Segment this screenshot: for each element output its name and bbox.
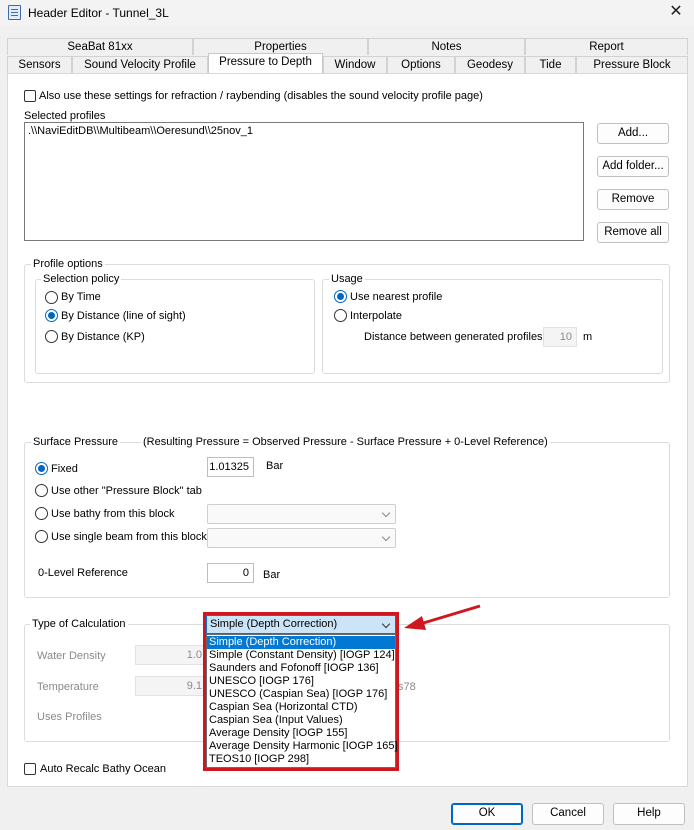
- zero-level-reference-label: 0-Level Reference: [38, 567, 128, 579]
- refraction-checkbox[interactable]: [24, 90, 36, 102]
- option-average-density[interactable]: Average Density [IOGP 155]: [207, 727, 395, 740]
- help-button[interactable]: Help: [613, 803, 685, 825]
- tab-options[interactable]: Options: [387, 56, 455, 73]
- refraction-checkbox-label: Also use these settings for refraction /…: [39, 90, 483, 102]
- option-average-density-harmonic[interactable]: Average Density Harmonic [IOGP 165]: [207, 740, 398, 753]
- temperature-input: 9.1: [135, 676, 207, 696]
- red-arrow-icon: [404, 604, 481, 630]
- surface-pressure-title: Surface Pressure: [31, 436, 120, 448]
- bathy-block-select[interactable]: [207, 504, 396, 524]
- option-teos10[interactable]: TEOS10 [IOGP 298]: [207, 753, 395, 766]
- calculation-title: Type of Calculation: [30, 618, 128, 630]
- add-folder-button[interactable]: Add folder...: [597, 156, 669, 177]
- remove-all-button[interactable]: Remove all: [597, 222, 669, 243]
- cancel-button[interactable]: Cancel: [532, 803, 604, 825]
- fixed-label: Fixed: [51, 463, 78, 475]
- chevron-down-icon: [381, 532, 391, 542]
- tab-seabat[interactable]: SeaBat 81xx: [7, 38, 193, 55]
- usage-title: Usage: [329, 273, 365, 285]
- tab-notes[interactable]: Notes: [368, 38, 525, 55]
- water-density-label: Water Density: [37, 650, 106, 662]
- tab-sensors[interactable]: Sensors: [7, 56, 72, 73]
- use-nearest-profile-label: Use nearest profile: [350, 291, 443, 303]
- water-density-input: 1.0: [135, 645, 207, 665]
- use-single-beam-radio[interactable]: [35, 530, 48, 543]
- tab-sound-velocity-profile[interactable]: Sound Velocity Profile: [72, 56, 208, 73]
- title-bar: Header Editor - Tunnel_3L ✕: [0, 0, 694, 26]
- distance-unit: m: [583, 331, 593, 343]
- profile-options-title: Profile options: [31, 258, 105, 270]
- option-caspian-horizontal-ctd[interactable]: Caspian Sea (Horizontal CTD): [207, 701, 395, 714]
- surface-pressure-formula: (Resulting Pressure = Observed Pressure …: [141, 436, 550, 448]
- fixed-pressure-input[interactable]: 1.01325: [207, 457, 254, 477]
- option-saunders-fofonoff[interactable]: Saunders and Fofonoff [IOGP 136]: [207, 662, 395, 675]
- close-icon[interactable]: ✕: [664, 1, 688, 23]
- calculation-type-selected: Simple (Depth Correction): [210, 618, 338, 630]
- use-bathy-radio[interactable]: [35, 507, 48, 520]
- use-bathy-label: Use bathy from this block: [51, 508, 175, 520]
- fixed-pressure-unit: Bar: [266, 460, 284, 472]
- interpolate-label: Interpolate: [350, 310, 402, 322]
- window-title: Header Editor - Tunnel_3L: [28, 6, 169, 20]
- zero-level-reference-unit: Bar: [263, 569, 281, 581]
- ok-button[interactable]: OK: [451, 803, 523, 825]
- temperature-suffix: s78: [398, 681, 416, 693]
- add-button[interactable]: Add...: [597, 123, 669, 144]
- use-single-beam-label: Use single beam from this block: [51, 531, 207, 543]
- chevron-down-icon: [381, 508, 391, 518]
- calculation-type-select[interactable]: Simple (Depth Correction): [206, 615, 396, 634]
- zero-level-reference-input[interactable]: 0: [207, 563, 254, 583]
- chevron-down-icon: [381, 619, 391, 629]
- by-distance-kp-label: By Distance (KP): [61, 331, 145, 343]
- list-item[interactable]: .\\NaviEditDB\\Multibeam\\Oeresund\\25no…: [28, 125, 253, 137]
- tab-pressure-to-depth[interactable]: Pressure to Depth: [208, 53, 323, 73]
- by-distance-los-radio[interactable]: [45, 309, 58, 322]
- use-other-pressure-block-radio[interactable]: [35, 484, 48, 497]
- use-other-pressure-block-label: Use other "Pressure Block" tab: [51, 485, 202, 497]
- auto-recalc-label: Auto Recalc Bathy Ocean: [40, 763, 166, 775]
- option-caspian-input-values[interactable]: Caspian Sea (Input Values): [207, 714, 395, 727]
- app-icon: [8, 5, 21, 20]
- selected-profiles-label: Selected profiles: [24, 110, 106, 122]
- tab-report[interactable]: Report: [525, 38, 688, 55]
- option-unesco-caspian[interactable]: UNESCO (Caspian Sea) [IOGP 176]: [207, 688, 395, 701]
- tab-tide[interactable]: Tide: [525, 56, 576, 73]
- by-distance-kp-radio[interactable]: [45, 330, 58, 343]
- by-time-radio[interactable]: [45, 291, 58, 304]
- tab-pressure-block[interactable]: Pressure Block: [576, 56, 688, 73]
- remove-button[interactable]: Remove: [597, 189, 669, 210]
- distance-between-profiles-label: Distance between generated profiles: [364, 331, 543, 343]
- use-nearest-profile-radio[interactable]: [334, 290, 347, 303]
- auto-recalc-checkbox[interactable]: [24, 763, 36, 775]
- interpolate-radio[interactable]: [334, 309, 347, 322]
- distance-between-profiles-input[interactable]: 10: [543, 327, 577, 347]
- uses-profiles-label: Uses Profiles: [37, 711, 102, 723]
- single-beam-block-select[interactable]: [207, 528, 396, 548]
- selected-profiles-list[interactable]: .\\NaviEditDB\\Multibeam\\Oeresund\\25no…: [24, 122, 584, 241]
- temperature-label: Temperature: [37, 681, 99, 693]
- tab-geodesy[interactable]: Geodesy: [455, 56, 525, 73]
- by-distance-los-label: By Distance (line of sight): [61, 310, 186, 322]
- fixed-radio[interactable]: [35, 462, 48, 475]
- selection-policy-title: Selection policy: [41, 273, 122, 285]
- option-unesco[interactable]: UNESCO [IOGP 176]: [207, 675, 395, 688]
- calculation-type-dropdown: Simple (Depth Correction) Simple (Consta…: [206, 634, 398, 768]
- option-simple-constant-density[interactable]: Simple (Constant Density) [IOGP 124]: [207, 649, 395, 662]
- by-time-label: By Time: [61, 291, 101, 303]
- option-simple-depth-correction[interactable]: Simple (Depth Correction): [207, 636, 395, 649]
- tab-window[interactable]: Window: [323, 56, 387, 73]
